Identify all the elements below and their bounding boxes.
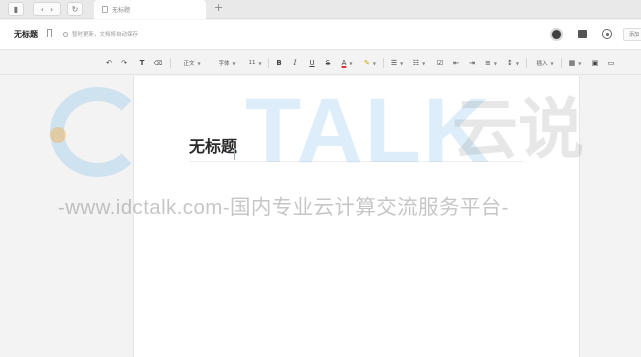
watermark-logo-icon: [50, 87, 145, 177]
strikethrough-button[interactable]: S: [323, 57, 333, 69]
undo-icon[interactable]: ↶: [104, 57, 114, 69]
comment-icon[interactable]: [578, 30, 587, 38]
watermark-logo-dot: [50, 127, 66, 143]
table-icon: ▦: [568, 59, 576, 67]
italic-button[interactable]: I: [290, 57, 300, 69]
title-bar: 无标题 暂时更新，文档将自动保存 添加: [0, 20, 641, 50]
font-color-button[interactable]: A ▼: [339, 57, 355, 69]
indent-decrease-icon[interactable]: ⇤: [451, 57, 461, 69]
tab-strip: ▮ ‹ › ↻ 无标题 +: [0, 0, 641, 19]
insert-menu[interactable]: 插入 ▼: [533, 57, 557, 69]
save-status-text: 暂时更新，文档将自动保存: [72, 32, 139, 38]
unordered-list-icon: ☷: [412, 59, 420, 67]
indent-increase-icon[interactable]: ⇥: [467, 57, 477, 69]
heading-underline: [189, 161, 524, 162]
paragraph-style-select[interactable]: 正文 ▼: [179, 57, 205, 69]
reload-icon[interactable]: ↻: [67, 2, 83, 16]
new-tab-button[interactable]: +: [214, 1, 223, 14]
toolbar-divider: [268, 58, 269, 68]
back-icon[interactable]: ‹: [41, 5, 44, 14]
underline-button[interactable]: U: [307, 57, 317, 69]
present-icon[interactable]: [602, 29, 612, 39]
back-forward-group[interactable]: ‹ ›: [33, 2, 61, 16]
font-family-select[interactable]: 字体 ▼: [213, 57, 241, 69]
chevron-down-icon: ▼: [349, 60, 353, 66]
bold-button[interactable]: B: [274, 57, 284, 69]
chevron-down-icon: ▼: [197, 60, 201, 66]
active-tab-title: 无标题: [112, 7, 131, 14]
format-toolbar: ↶ ↷ T ⌫ 正文 ▼ 字体 ▼ 11 ▼ B I U S A ▼ ✎ ▼ ☰ ▼ ☷ ▼ …: [0, 51, 641, 75]
comment-add-icon[interactable]: ▭: [606, 57, 616, 69]
checklist-icon[interactable]: ☑: [435, 57, 445, 69]
redo-icon[interactable]: ↷: [119, 57, 129, 69]
highlight-button[interactable]: ✎ ▼: [362, 57, 378, 69]
table-button[interactable]: ▦ ▼: [567, 57, 583, 69]
ordered-list-icon: ☰: [390, 59, 398, 67]
font-color-glyph: A: [341, 59, 347, 67]
chevron-down-icon: ▼: [232, 60, 236, 66]
line-spacing-icon: ↕: [507, 59, 513, 67]
align-icon: ≡: [485, 59, 491, 67]
sidebar-glyph: ▮: [13, 4, 19, 14]
format-painter-icon[interactable]: T: [137, 57, 147, 69]
align-button[interactable]: ≡ ▼: [483, 57, 499, 69]
text-cursor: [234, 148, 235, 160]
sidebar-toggle-icon[interactable]: ▮: [8, 2, 24, 16]
document-heading[interactable]: 无标题: [189, 133, 237, 157]
chevron-down-icon: ▼: [422, 60, 426, 66]
forward-icon[interactable]: ›: [50, 5, 53, 14]
toolbar-divider: [170, 58, 171, 68]
more-button[interactable]: 添加: [623, 28, 641, 41]
bookmark-icon[interactable]: [47, 29, 52, 37]
active-tab[interactable]: 无标题: [94, 0, 206, 19]
font-size-label: 11: [248, 60, 256, 66]
toolbar-divider: [561, 58, 562, 68]
avatar[interactable]: [550, 28, 563, 41]
image-icon[interactable]: ▣: [590, 57, 600, 69]
chevron-down-icon: ▼: [550, 60, 554, 66]
clear-format-icon[interactable]: ⌫: [153, 57, 163, 69]
chevron-down-icon: ▼: [258, 60, 262, 66]
chevron-down-icon: ▼: [493, 60, 497, 66]
ordered-list-button[interactable]: ☰ ▼: [389, 57, 405, 69]
line-spacing-button[interactable]: ↕ ▼: [505, 57, 521, 69]
font-family-label: 字体: [218, 61, 230, 67]
status-icon: [63, 31, 68, 37]
editor-page[interactable]: 无标题: [133, 76, 580, 357]
unordered-list-button[interactable]: ☷ ▼: [411, 57, 427, 69]
save-status: 暂时更新，文档将自动保存: [63, 30, 138, 38]
highlight-icon: ✎: [364, 59, 370, 67]
document-icon: [102, 6, 108, 13]
chevron-down-icon: ▼: [372, 60, 376, 66]
paragraph-style-label: 正文: [183, 61, 195, 67]
chevron-down-icon: ▼: [400, 60, 404, 66]
insert-label: 插入: [536, 61, 548, 67]
more-button-label: 添加: [629, 32, 640, 38]
font-size-select[interactable]: 11 ▼: [245, 57, 265, 69]
chevron-down-icon: ▼: [515, 60, 519, 66]
toolbar-divider: [383, 58, 384, 68]
reload-glyph: ↻: [71, 4, 79, 14]
document-title[interactable]: 无标题: [14, 29, 38, 40]
toolbar-divider: [526, 58, 527, 68]
chevron-down-icon: ▼: [578, 60, 582, 66]
